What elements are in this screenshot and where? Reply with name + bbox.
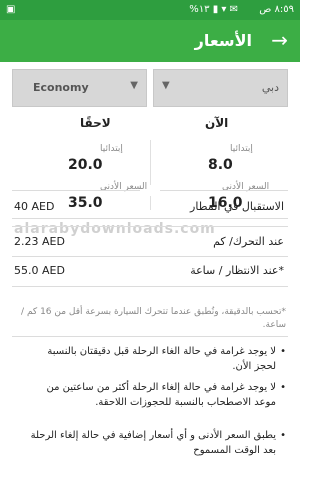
bullet-icon: • [280,430,286,441]
chevron-down-icon: ▼ [162,80,170,91]
now-header: الآن [205,116,229,130]
now-initial-label: إبتدائيا [230,144,253,154]
divider [12,190,140,191]
page-title: الأسعار [194,31,252,50]
rate-label: عند الانتظار / ساعة* [190,264,284,277]
later-header: لاحقًا [80,116,111,130]
chevron-down-icon: ▼ [130,80,138,91]
divider [160,190,288,191]
bullet-icon: • [280,382,286,393]
divider [12,218,288,219]
column-divider [150,196,151,210]
city-select[interactable]: ▼ دبي [153,69,288,107]
car-class-value: Economy [33,81,89,94]
car-class-select[interactable]: Economy ▼ [12,69,147,107]
column-divider [150,140,151,185]
policy-item: • يطبق السعر الأدنى و أي أسعار إضافية في… [24,428,286,458]
app-bar: → الأسعار [0,20,300,62]
divider [12,286,288,287]
divider [12,256,288,257]
arrow-right-icon[interactable]: → [271,28,288,52]
later-initial-value: 20.0 [68,157,103,173]
rate-footnote: *تحسب بالدقيقة، وتُطبق عندما تتحرك السيا… [21,307,286,330]
divider [12,336,288,337]
rate-value: 40 AED [14,200,55,213]
rate-label: عند التحرك/ كم [213,235,284,248]
now-initial-value: 8.0 [208,157,233,173]
status-icons: %١٣ ▮ ▾ ✉ [189,4,238,15]
policy-text: يطبق السعر الأدنى و أي أسعار إضافية في ح… [30,430,276,456]
rate-value: 55.0 AED [14,264,65,277]
later-min-value: 35.0 [68,195,103,211]
bullet-icon: • [280,346,286,357]
divider [12,226,288,227]
notification-icons: ▣ [6,4,16,15]
city-value: دبي [261,81,279,94]
policy-item: • لا يوجد غرامة في حالة الغاء الرحلة قبل… [24,344,286,374]
rate-label: الاستقبال في المطار [190,200,284,213]
policy-item: • لا يوجد غرامة في حالة إلغاء الرحلة أكث… [24,380,286,410]
later-initial-label: إبتدائيا [100,144,123,154]
rate-value: 2.23 AED [14,235,65,248]
status-bar: ▣ %١٣ ▮ ▾ ✉ ٨:٥٩ ص [0,0,300,20]
selectors-row: Economy ▼ ▼ دبي [12,69,288,107]
status-time: ٨:٥٩ ص [259,4,294,15]
policy-text: لا يوجد غرامة في حالة إلغاء الرحلة أكثر … [46,382,276,408]
policy-text: لا يوجد غرامة في حالة الغاء الرحلة قبل د… [47,346,276,372]
